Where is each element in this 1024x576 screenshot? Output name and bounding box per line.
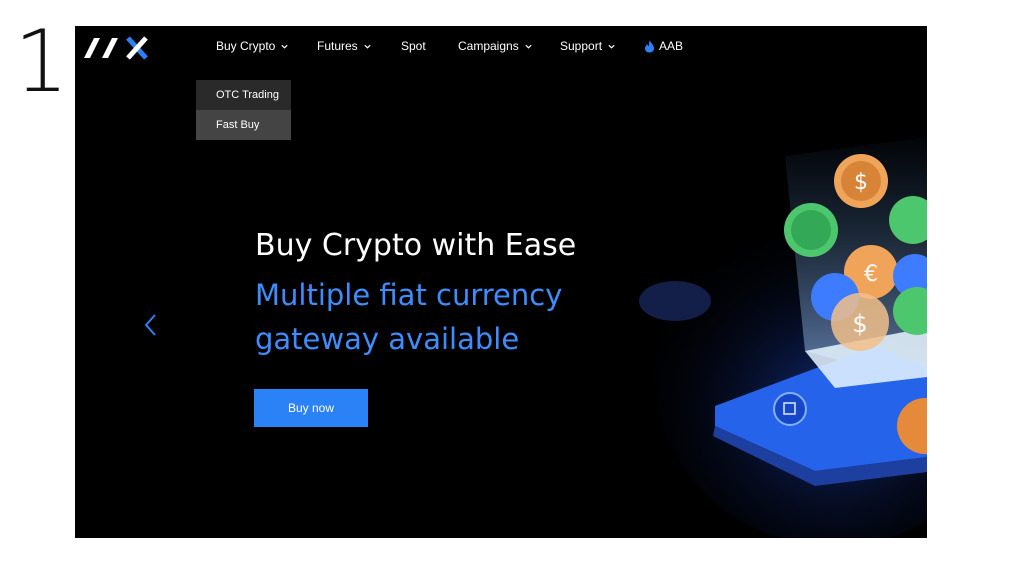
nav-support-label: Support (560, 39, 603, 53)
nav-buy-crypto[interactable]: Buy Crypto (216, 39, 289, 53)
nav-futures-label: Futures (317, 39, 358, 53)
buy-crypto-dropdown: OTC Trading Fast Buy (196, 80, 291, 140)
carousel-prev-arrow-icon[interactable] (143, 313, 159, 337)
nav-spot[interactable]: Spot (401, 39, 426, 53)
nav-futures[interactable]: Futures (317, 39, 372, 53)
chevron-down-icon (525, 44, 532, 49)
buy-now-button[interactable]: Buy now (254, 389, 368, 427)
nav-aab-label: AAB (659, 39, 684, 53)
svg-text:$: $ (852, 310, 867, 338)
browser-screen: $ € $ Buy Crypto Futures Spot Campaigns … (75, 26, 927, 538)
nav-aab[interactable]: AAB (644, 39, 683, 53)
svg-text:$: $ (854, 170, 868, 195)
hero-title: Buy Crypto with Ease (255, 228, 577, 263)
chevron-down-icon (364, 44, 371, 49)
hero-subtitle-line-1: Multiple fiat currency (255, 278, 563, 312)
nav-campaigns-label: Campaigns (458, 39, 519, 53)
svg-text:€: € (864, 262, 878, 287)
hero-subtitle: Multiple fiat currency gateway available (255, 273, 562, 361)
chevron-down-icon (281, 44, 288, 49)
nav-spot-label: Spot (401, 39, 426, 53)
hero-subtitle-line-2: gateway available (255, 322, 520, 356)
nav-support[interactable]: Support (560, 39, 616, 53)
slide-number: 1 (14, 12, 69, 112)
nav-buy-crypto-label: Buy Crypto (216, 39, 276, 53)
nav-campaigns[interactable]: Campaigns (458, 39, 533, 53)
flame-icon (645, 40, 654, 52)
dropdown-item-otc-trading[interactable]: OTC Trading (196, 80, 291, 110)
hero-illustration: $ € $ (635, 126, 927, 538)
chevron-down-icon (608, 44, 615, 49)
dropdown-item-fast-buy[interactable]: Fast Buy (196, 110, 291, 140)
top-navigation: Buy Crypto Futures Spot Campaigns Suppor… (75, 26, 927, 66)
